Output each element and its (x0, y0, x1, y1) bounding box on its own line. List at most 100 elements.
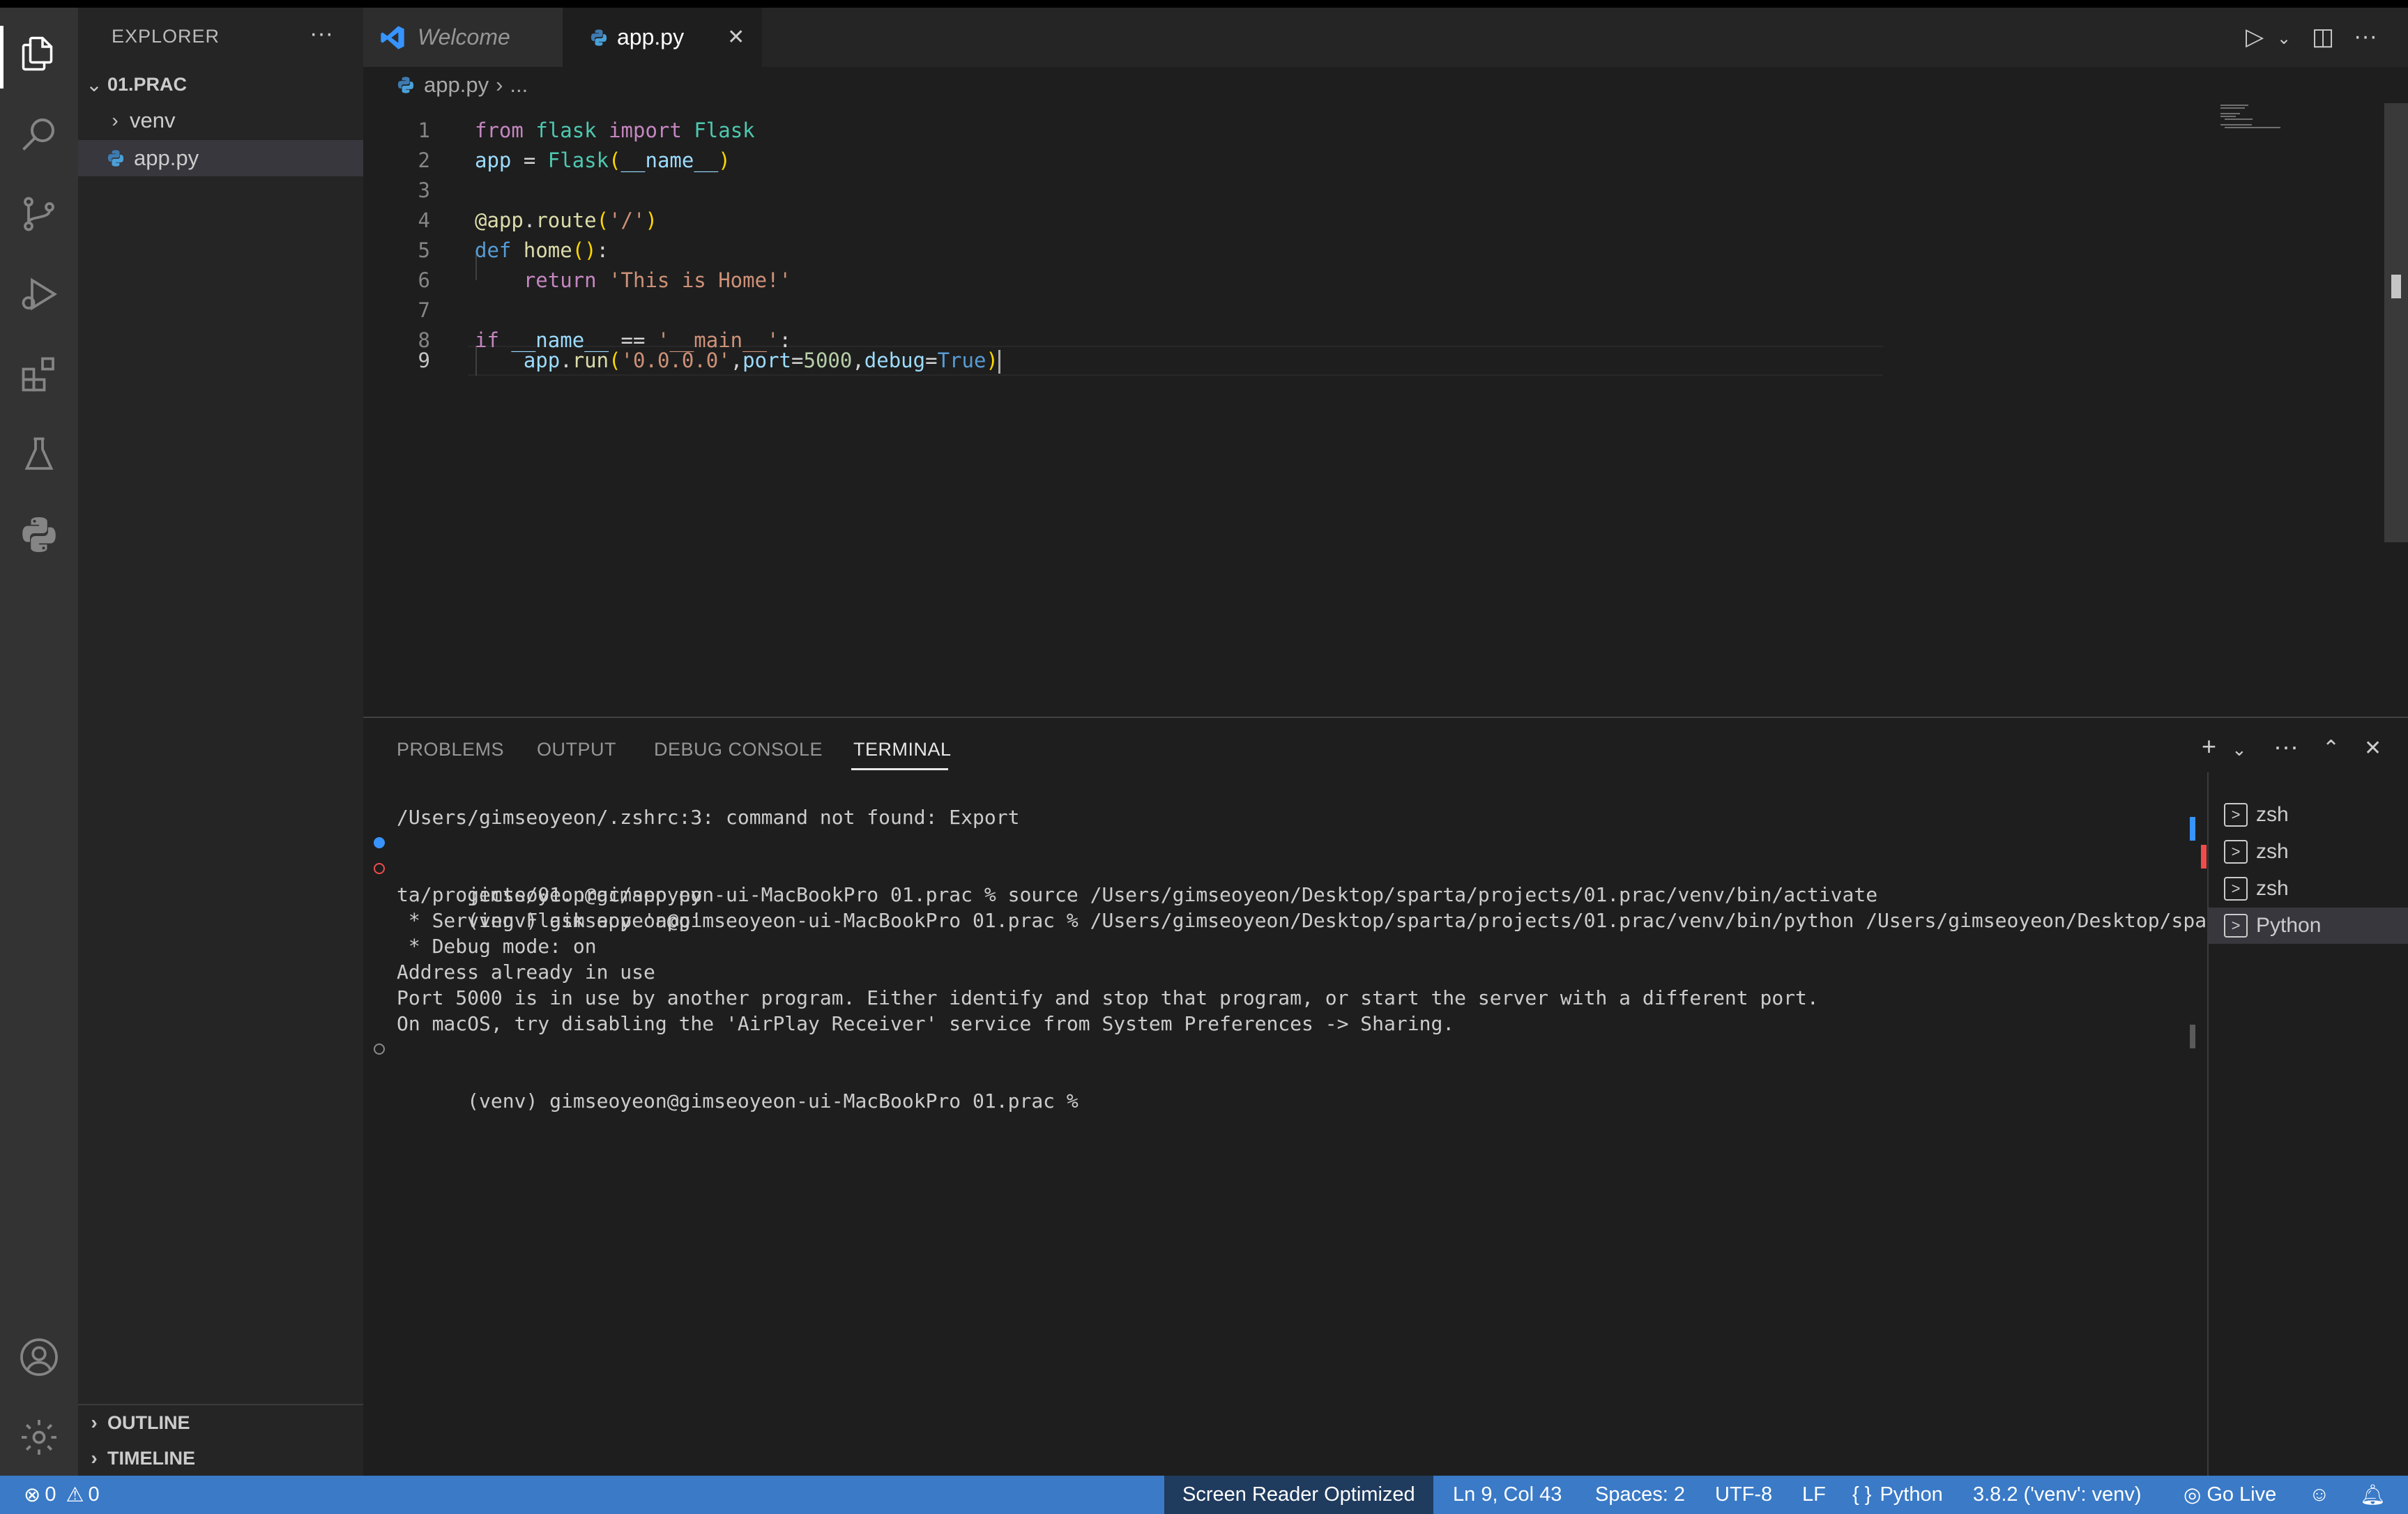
testing-icon[interactable] (14, 429, 64, 480)
maximize-panel-icon[interactable]: ⌃ (2322, 736, 2340, 760)
breadcrumb-file[interactable]: app.py (424, 72, 489, 98)
window-top-strip (0, 0, 2408, 8)
chevron-right-icon: › (91, 1412, 98, 1433)
source-control-icon[interactable] (14, 189, 64, 239)
outline-section[interactable]: › OUTLINE (78, 1404, 363, 1440)
code-line-5: def home(): (475, 238, 609, 262)
explorer-title: EXPLORER (112, 26, 220, 47)
tab-debug-console[interactable]: DEBUG CONSOLE (654, 739, 823, 760)
chevron-down-icon[interactable]: ⌄ (2232, 739, 2247, 760)
warning-count: 0 (88, 1483, 100, 1506)
code-line-1: from flask import Flask (475, 118, 755, 142)
tab-label: Welcome (418, 24, 510, 49)
cursor-position[interactable]: Ln 9, Col 43 (1453, 1476, 1562, 1514)
run-icon[interactable]: ▷ (2246, 23, 2264, 51)
error-count: 0 (45, 1483, 56, 1506)
split-editor-icon[interactable]: ◫ (2312, 23, 2334, 51)
code-line-2: app = Flask(__name__) (475, 148, 731, 172)
go-live-button[interactable]: ◎ Go Live (2184, 1476, 2276, 1514)
line-number: 7 (418, 298, 430, 322)
code-editor[interactable]: 1 2 3 4 5 6 7 8 9 from flask import Flas… (363, 100, 2408, 717)
run-debug-icon[interactable] (14, 269, 64, 319)
explorer-more-icon[interactable]: ··· (310, 20, 333, 47)
account-icon[interactable] (14, 1332, 64, 1382)
command-success-dot[interactable] (374, 837, 385, 848)
close-icon[interactable]: ✕ (727, 25, 745, 49)
screen-reader-status[interactable]: Screen Reader Optimized (1164, 1476, 1433, 1514)
tree-item-venv[interactable]: › venv (78, 102, 363, 139)
command-error-dot[interactable] (374, 863, 385, 874)
terminal-list: > zsh > zsh > zsh > Python (2207, 772, 2408, 1477)
code-line-9: app.run('0.0.0.0',port=5000,debug=True) (475, 346, 1000, 376)
tree-item-label: app.py (134, 146, 199, 170)
new-terminal-icon[interactable]: + (2202, 732, 2216, 761)
feedback-icon[interactable]: ☺ (2309, 1476, 2330, 1514)
terminal-item-zsh-1[interactable]: > zsh (2209, 797, 2408, 833)
line-number: 5 (418, 238, 430, 262)
terminal-item-zsh-3[interactable]: > zsh (2209, 871, 2408, 907)
terminal-item-label: Python (2256, 914, 2322, 937)
command-pending-dot[interactable] (374, 1043, 385, 1055)
chevron-down-icon[interactable]: ⌄ (2277, 29, 2291, 49)
editor-scrollbar[interactable] (2384, 103, 2408, 542)
go-live-label: Go Live (2207, 1483, 2277, 1506)
terminal-line: gimseoyeon@gimseoyeon-ui-MacBookPro 01.p… (374, 830, 1877, 906)
terminal-line: Port 5000 is in use by another program. … (397, 986, 1819, 1009)
tab-output[interactable]: OUTPUT (537, 739, 616, 760)
terminal-line: * Serving Flask app 'app' (397, 909, 703, 932)
vscode-logo-icon (381, 25, 404, 49)
minimap[interactable] (2220, 103, 2290, 131)
terminal-item-label: zsh (2256, 803, 2289, 826)
timeline-label: TIMELINE (107, 1447, 195, 1469)
terminal-line: (venv) gimseoyeon@gimseoyeon-ui-MacBookP… (374, 1037, 1090, 1112)
folder-root-01prac[interactable]: ⌄ 01.PRAC (78, 66, 363, 102)
terminal-icon: > (2224, 914, 2248, 938)
close-panel-icon[interactable]: ✕ (2364, 736, 2382, 760)
braces-icon: { } (1852, 1483, 1872, 1506)
terminal-item-label: zsh (2256, 877, 2289, 900)
terminal-icon: > (2224, 803, 2248, 827)
eol-status[interactable]: LF (1802, 1476, 1826, 1514)
tab-app-py[interactable]: app.py ✕ (563, 8, 762, 67)
files-icon[interactable] (14, 29, 64, 79)
root-folder-label: 01.PRAC (107, 73, 188, 95)
editor-tab-bar: Welcome app.py ✕ ▷ ⌄ ◫ ··· (363, 8, 2408, 67)
line-number: 1 (418, 118, 430, 142)
timeline-section[interactable]: › TIMELINE (78, 1440, 363, 1476)
line-number: 2 (418, 148, 430, 172)
python-icon[interactable] (14, 510, 64, 560)
python-file-icon (590, 29, 607, 46)
python-file-icon (107, 150, 124, 167)
language-mode[interactable]: { } Python (1852, 1476, 1943, 1514)
chevron-down-icon: ⌄ (86, 73, 102, 95)
extensions-icon[interactable] (14, 349, 64, 399)
settings-icon[interactable] (14, 1412, 64, 1462)
line-number: 9 (418, 349, 430, 372)
line-number: 4 (418, 208, 430, 232)
terminal-item-python[interactable]: > Python (2209, 908, 2408, 944)
outline-label: OUTLINE (107, 1412, 190, 1433)
more-actions-icon[interactable]: ··· (2273, 732, 2299, 761)
terminal-icon: > (2224, 877, 2248, 901)
breadcrumb: app.py › ... (396, 70, 528, 100)
terminal-line: ta/projects/01.prac/app.py (397, 883, 703, 906)
search-icon[interactable] (14, 109, 64, 159)
python-file-icon (397, 77, 414, 93)
notifications-icon[interactable]: 🔔︎ (2360, 1476, 2386, 1514)
breadcrumb-symbols[interactable]: ... (510, 72, 528, 98)
encoding-status[interactable]: UTF-8 (1715, 1476, 1772, 1514)
tab-terminal[interactable]: TERMINAL (853, 739, 952, 760)
terminal-line: /Users/gimseoyeon/.zshrc:3: command not … (397, 806, 1020, 829)
terminal-item-zsh-2[interactable]: > zsh (2209, 834, 2408, 870)
tree-item-app-py[interactable]: app.py (78, 140, 363, 176)
python-interpreter[interactable]: 3.8.2 ('venv': venv) (1973, 1476, 2142, 1514)
tab-problems[interactable]: PROBLEMS (397, 739, 504, 760)
activity-active-indicator (0, 26, 3, 89)
more-actions-icon[interactable]: ··· (2354, 23, 2377, 50)
bottom-panel: PROBLEMS OUTPUT DEBUG CONSOLE TERMINAL +… (363, 717, 2408, 1477)
tab-welcome[interactable]: Welcome (363, 8, 563, 67)
problems-status[interactable]: ⊗ 0 ⚠ 0 (24, 1476, 100, 1514)
terminal-scroll-marker (2190, 817, 2195, 841)
indentation-status[interactable]: Spaces: 2 (1595, 1476, 1685, 1514)
terminal-error-marker (2201, 845, 2207, 869)
